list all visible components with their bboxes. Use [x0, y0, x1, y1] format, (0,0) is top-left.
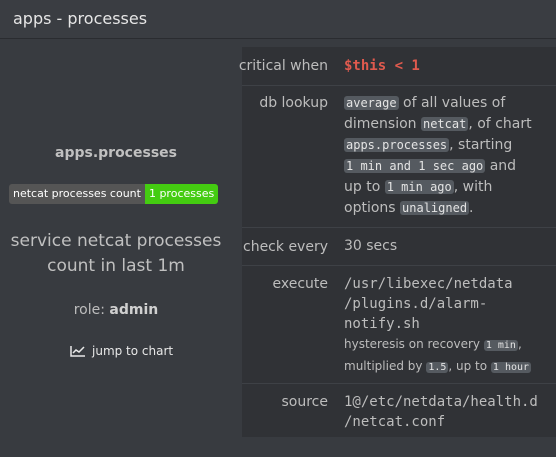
alarm-info: service netcat processes count in last 1… [0, 229, 232, 279]
critical-when-value: $this < 1 [344, 58, 420, 74]
lookup-text: up to [344, 179, 385, 195]
hysteresis-multiplier: 1.5 [426, 362, 449, 373]
lookup-text: of all values of [398, 95, 506, 111]
lookup-options: unaligned [400, 201, 470, 215]
alarm-info-line-2: count in last 1m [47, 256, 185, 276]
hysteresis-max: 1 hour [490, 362, 532, 373]
hysteresis-delay: 1 min [483, 340, 518, 351]
lookup-text: dimension [344, 116, 421, 132]
hysteresis-label: , up to [448, 359, 491, 373]
source-line: /netcat.conf [344, 414, 446, 430]
lookup-text: , with [453, 179, 493, 195]
db-lookup-value: average of all values of dimension netca… [344, 93, 544, 219]
row-check-every: check every 30 secs [242, 227, 556, 265]
chart-name: apps.processes [55, 145, 177, 161]
status-badge: netcat processes count 1 processes [9, 184, 219, 204]
check-every-value: 30 secs [344, 238, 398, 254]
critical-when-key: critical when [238, 58, 328, 74]
alarm-details-table: critical when $this < 1 db lookup averag… [238, 47, 556, 437]
lookup-chart: apps.processes [344, 138, 450, 152]
db-lookup-key: db lookup [259, 95, 328, 111]
check-every-key: check every [243, 239, 328, 255]
line-chart-icon [70, 346, 85, 357]
alarm-summary-panel: apps.processes netcat processes count 1 … [0, 40, 242, 457]
role-value: admin [109, 302, 159, 318]
window-title: apps - processes [13, 9, 148, 28]
lookup-text: , of chart [468, 116, 532, 132]
badge-value: 1 processes [144, 184, 219, 204]
lookup-text: and [485, 158, 517, 174]
exec-path-line: /plugins.d/alarm- [344, 296, 488, 312]
hysteresis-text: hysteresis on recovery 1 min, multiplied… [344, 334, 544, 378]
lookup-text: . [469, 200, 474, 216]
hysteresis-label: multiplied by [344, 359, 427, 373]
exec-path-line: /usr/libexec/netdata [344, 276, 513, 292]
badge-label: netcat processes count [9, 184, 145, 204]
jump-to-chart-label: jump to chart [92, 344, 174, 358]
role-label: role: [73, 302, 110, 318]
source-key: source [281, 394, 329, 410]
lookup-text: options [344, 200, 401, 216]
lookup-before: 1 min ago [384, 180, 454, 194]
row-source: source 1@/etc/netdata/health.d /netcat.c… [242, 383, 556, 437]
lookup-dimension: netcat [420, 117, 469, 131]
row-execute: execute /usr/libexec/netdata /plugins.d/… [242, 265, 556, 383]
hysteresis-label: , [517, 337, 522, 351]
role-text: role: admin [0, 302, 232, 318]
window-header: apps - processes [0, 0, 556, 39]
alarm-info-line-1: service netcat processes [10, 231, 222, 251]
execute-value: /usr/libexec/netdata /plugins.d/alarm- n… [344, 274, 544, 378]
source-value: 1@/etc/netdata/health.d /netcat.conf [344, 392, 544, 432]
source-line: 1@/etc/netdata/health.d [344, 394, 538, 410]
hysteresis-label: hysteresis on recovery [344, 337, 484, 351]
jump-to-chart-link[interactable]: jump to chart [70, 344, 173, 358]
row-db-lookup: db lookup average of all values of dimen… [242, 85, 556, 227]
lookup-text: , starting [449, 137, 513, 153]
lookup-method: average [344, 96, 399, 110]
execute-key: execute [272, 276, 328, 292]
row-critical-when: critical when $this < 1 [238, 47, 556, 85]
lookup-after: 1 min and 1 sec ago [344, 159, 486, 173]
exec-path-line: notify.sh [344, 316, 420, 332]
